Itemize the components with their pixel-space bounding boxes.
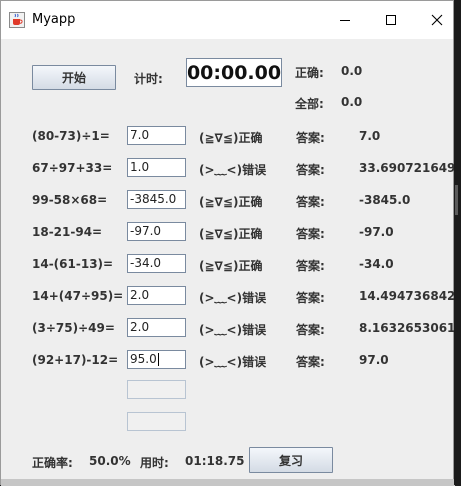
answer-input[interactable]: -97.0 (127, 222, 186, 241)
answer-input[interactable]: 7.0 (127, 126, 186, 145)
key-value: -34.0 (359, 257, 394, 271)
minimize-icon (340, 20, 350, 21)
background-scrollbar-thumb (455, 185, 458, 215)
key-value: -3845.0 (359, 193, 411, 207)
elapsed-time-value: 01:18.75 (185, 454, 245, 468)
key-label: 答案: (296, 195, 325, 209)
text-caret (157, 353, 159, 366)
key-value: 14.494736842105 (359, 289, 461, 303)
accuracy-label: 正确率: (32, 456, 73, 470)
start-button[interactable]: 开始 (32, 65, 116, 90)
key-value: 97.0 (359, 353, 389, 367)
key-label: 答案: (296, 259, 325, 273)
result-status: (≧∇≦)正确 (199, 131, 263, 145)
timer-label: 计时: (134, 72, 163, 86)
disabled-answer-input (127, 380, 186, 399)
question-label: 99-58×68= (32, 193, 108, 207)
key-label: 答案: (296, 227, 325, 241)
java-cup-icon (9, 12, 25, 28)
question-label: 14+(47÷95)= (32, 289, 124, 303)
result-status: (>﹏<)错误 (199, 291, 267, 305)
result-status: (>﹏<)错误 (199, 355, 267, 369)
result-status: (>﹏<)错误 (199, 323, 267, 337)
key-value: 33.690721649484 (359, 161, 461, 175)
key-label: 答案: (296, 291, 325, 305)
total-count-value: 0.0 (341, 95, 363, 109)
answer-input[interactable]: 2.0 (127, 318, 186, 337)
result-status: (>﹏<)错误 (199, 163, 267, 177)
result-status: (≧∇≦)正确 (199, 227, 263, 241)
timer-display: 00:00.00 (186, 58, 282, 87)
total-count-label: 全部: (295, 97, 324, 111)
maximize-icon (386, 15, 396, 25)
result-status: (≧∇≦)正确 (199, 259, 263, 273)
answer-input[interactable]: -3845.0 (127, 190, 186, 209)
minimize-button[interactable] (322, 1, 368, 39)
maximize-button[interactable] (368, 1, 414, 39)
key-label: 答案: (296, 163, 325, 177)
accuracy-value: 50.0% (89, 454, 131, 468)
disabled-answer-input (127, 412, 186, 431)
key-label: 答案: (296, 131, 325, 145)
desktop-background (454, 0, 461, 485)
question-label: (92+17)-12= (32, 353, 119, 367)
answer-input[interactable]: -34.0 (127, 254, 186, 273)
question-label: (3÷75)÷49= (32, 321, 115, 335)
key-label: 答案: (296, 355, 325, 369)
question-label: 14-(61-13)= (32, 257, 114, 271)
answer-input[interactable]: 1.0 (127, 158, 186, 177)
elapsed-time-label: 用时: (140, 456, 169, 470)
correct-count-value: 0.0 (341, 64, 363, 78)
question-label: 18-21-94= (32, 225, 103, 239)
close-icon (431, 14, 443, 26)
correct-count-label: 正确: (295, 66, 324, 80)
answer-input[interactable]: 95.0 (127, 350, 186, 369)
answer-input[interactable]: 2.0 (127, 286, 186, 305)
key-value: 8.1632653061224 (359, 321, 461, 335)
answer-input-value: 95.0 (130, 352, 157, 366)
title-bar: Myapp (1, 1, 453, 39)
app-window: Myapp 开始 计时: 00:00.00 正确: 0.0 全部: 0.0 (8… (0, 0, 461, 486)
key-label: 答案: (296, 323, 325, 337)
question-label: 67÷97+33= (32, 161, 113, 175)
result-status: (≧∇≦)正确 (199, 195, 263, 209)
key-value: 7.0 (359, 129, 381, 143)
question-label: (80-73)÷1= (32, 129, 110, 143)
key-value: -97.0 (359, 225, 394, 239)
review-button[interactable]: 复习 (249, 447, 333, 473)
window-title: Myapp (32, 12, 76, 27)
